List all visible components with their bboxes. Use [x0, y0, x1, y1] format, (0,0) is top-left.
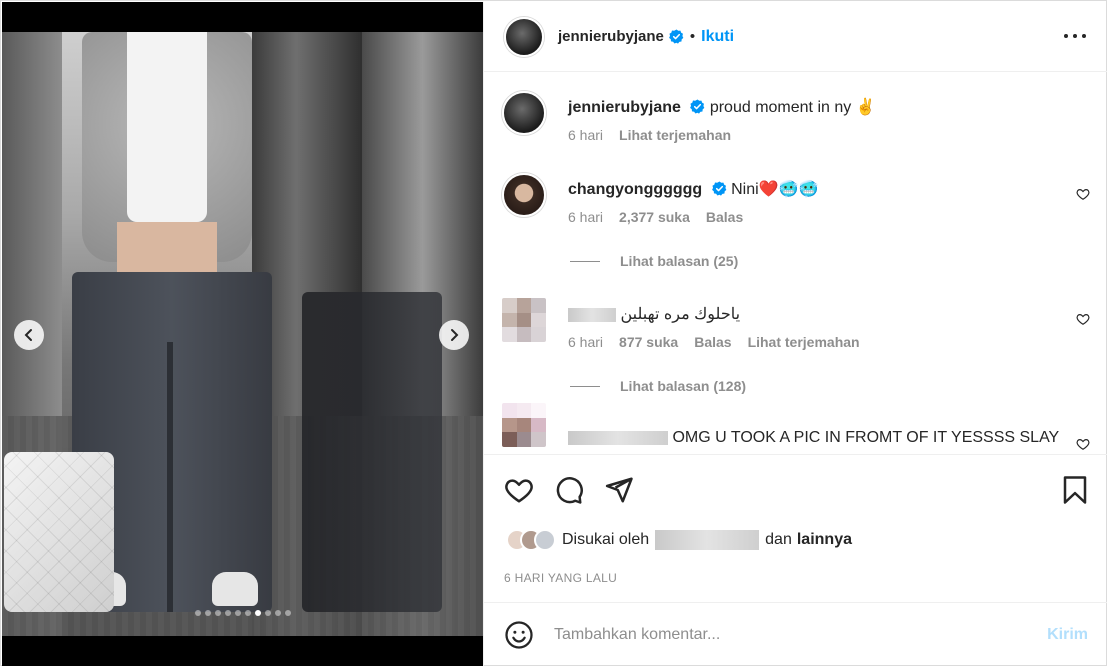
comment-time: 6 hari — [568, 334, 604, 350]
comment-input[interactable] — [554, 625, 1014, 644]
commenter-avatar[interactable] — [502, 173, 546, 217]
carousel-dot — [264, 610, 271, 616]
replies-divider — [570, 260, 600, 262]
comment-like-count[interactable]: 877 suka — [619, 334, 678, 350]
comments-list[interactable]: jennierubyjane proud moment in ny ✌️ 6 h… — [484, 73, 1107, 453]
carousel-dot — [254, 610, 261, 616]
carousel-indicator — [2, 610, 483, 616]
post-details-panel: jennierubyjane • Ikuti jennierubyjane pr… — [483, 2, 1107, 666]
comment-like-heart-icon[interactable] — [1076, 437, 1090, 451]
commenter-username-redacted[interactable] — [568, 307, 616, 322]
caption-body: proud moment in ny — [709, 99, 852, 116]
emoji-smiley-icon[interactable] — [504, 620, 534, 650]
comment-body: ياحلوك مره تهبلين — [620, 306, 741, 323]
liker-avatars — [506, 529, 556, 551]
liked-by-and: dan — [765, 531, 792, 548]
comment-like-count[interactable]: 2,377 suka — [619, 209, 690, 225]
likes-summary: Disukai oleh dan lainnya — [506, 529, 852, 551]
caption-text: jennierubyjane proud moment in ny ✌️ — [568, 97, 876, 117]
carousel-dot — [274, 610, 281, 616]
commenter-username[interactable]: changyongggggg — [568, 181, 702, 198]
view-replies-label[interactable]: Lihat balasan (25) — [620, 253, 738, 269]
comment-text: OMG U TOOK A PIC IN FROMT OF IT YESSSS S… — [568, 429, 1059, 447]
commenter-username-redacted[interactable] — [568, 430, 668, 445]
comment-like-heart-icon[interactable] — [1076, 187, 1090, 201]
comment-row: OMG U TOOK A PIC IN FROMT OF IT YESSSS S… — [502, 403, 1092, 453]
comment-row: changyongggggg Nini❤️🥶🥶 6 hari 2,377 suk… — [502, 173, 1092, 233]
comment-like-heart-icon[interactable] — [1076, 312, 1090, 326]
carousel-dot — [234, 610, 241, 616]
comment-row: ياحلوك مره تهبلين 6 hari 877 suka Balas … — [502, 298, 1092, 358]
comment-meta: 6 hari 2,377 suka Balas — [568, 209, 743, 225]
post-timestamp[interactable]: 6 HARI YANG LALU — [504, 571, 617, 585]
verified-badge-icon — [711, 181, 727, 196]
more-options-icon[interactable] — [1064, 26, 1086, 46]
comment-meta: 6 hari 877 suka Balas Lihat terjemahan — [568, 334, 860, 350]
comment-time: 6 hari — [568, 209, 604, 225]
post-media — [2, 2, 483, 666]
comment-bubble-icon[interactable] — [554, 475, 584, 505]
carousel-dot — [214, 610, 221, 616]
view-replies-link[interactable]: Lihat balasan (128) — [570, 378, 746, 394]
handbag — [4, 452, 114, 612]
caption-translate-link[interactable]: Lihat terjemahan — [619, 127, 731, 143]
view-replies-label[interactable]: Lihat balasan (128) — [620, 378, 746, 394]
replies-divider — [570, 385, 600, 387]
chevron-left-icon — [24, 329, 32, 341]
save-bookmark-icon[interactable] — [1060, 475, 1090, 505]
header-separator: • — [689, 28, 696, 45]
comment-text: ياحلوك مره تهبلين — [568, 304, 740, 324]
caption-meta: 6 hari Lihat terjemahan — [568, 127, 731, 143]
caption-author-avatar[interactable] — [502, 91, 546, 135]
shirt — [127, 32, 207, 222]
post-comment-button[interactable]: Kirim — [1047, 626, 1088, 644]
carousel-dot — [194, 610, 201, 616]
carousel-dot — [204, 610, 211, 616]
carousel-next-button[interactable] — [439, 320, 469, 350]
reply-button[interactable]: Balas — [706, 209, 743, 225]
verified-badge-icon — [668, 29, 684, 44]
liked-by-prefix: Disukai oleh — [562, 531, 650, 548]
liker-username-redacted[interactable] — [655, 530, 760, 550]
caption-row: jennierubyjane proud moment in ny ✌️ 6 h… — [502, 91, 1092, 151]
post-actions: Disukai oleh dan lainnya 6 HARI YANG LAL… — [484, 454, 1107, 612]
comment-text: changyongggggg Nini❤️🥶🥶 — [568, 179, 818, 199]
verified-badge-icon — [690, 99, 705, 114]
chevron-right-icon — [451, 329, 459, 341]
instagram-post-modal: jennierubyjane • Ikuti jennierubyjane pr… — [0, 0, 1107, 666]
peace-sign-emoji: ✌️ — [855, 99, 876, 116]
liked-by-others-link[interactable]: lainnya — [797, 531, 852, 549]
like-heart-icon[interactable] — [504, 475, 534, 505]
mirror-reflection — [302, 292, 442, 612]
post-header: jennierubyjane • Ikuti — [484, 2, 1107, 72]
carousel-dot — [224, 610, 231, 616]
shoe-right — [212, 572, 258, 606]
carousel-dot — [284, 610, 291, 616]
commenter-avatar-pixelated[interactable] — [502, 403, 546, 447]
view-replies-link[interactable]: Lihat balasan (25) — [570, 253, 738, 269]
comment-body: OMG U TOOK A PIC IN FROMT OF IT YESSSS S… — [672, 429, 1060, 446]
caption-time: 6 hari — [568, 127, 604, 143]
carousel-dot — [244, 610, 251, 616]
comment-translate-link[interactable]: Lihat terjemahan — [748, 334, 860, 350]
author-avatar[interactable] — [504, 16, 544, 57]
share-send-icon[interactable] — [604, 475, 634, 505]
comment-composer: Kirim — [484, 602, 1107, 666]
carousel-prev-button[interactable] — [14, 320, 44, 350]
follow-button[interactable]: Ikuti — [701, 28, 734, 46]
author-username[interactable]: jennierubyjane — [558, 28, 664, 45]
reply-button[interactable]: Balas — [694, 334, 731, 350]
post-photo[interactable] — [2, 32, 483, 636]
commenter-avatar-pixelated[interactable] — [502, 298, 546, 342]
liker-avatar — [534, 529, 556, 551]
caption-username[interactable]: jennierubyjane — [568, 99, 681, 116]
comment-body: Nini❤️🥶🥶 — [731, 181, 819, 198]
